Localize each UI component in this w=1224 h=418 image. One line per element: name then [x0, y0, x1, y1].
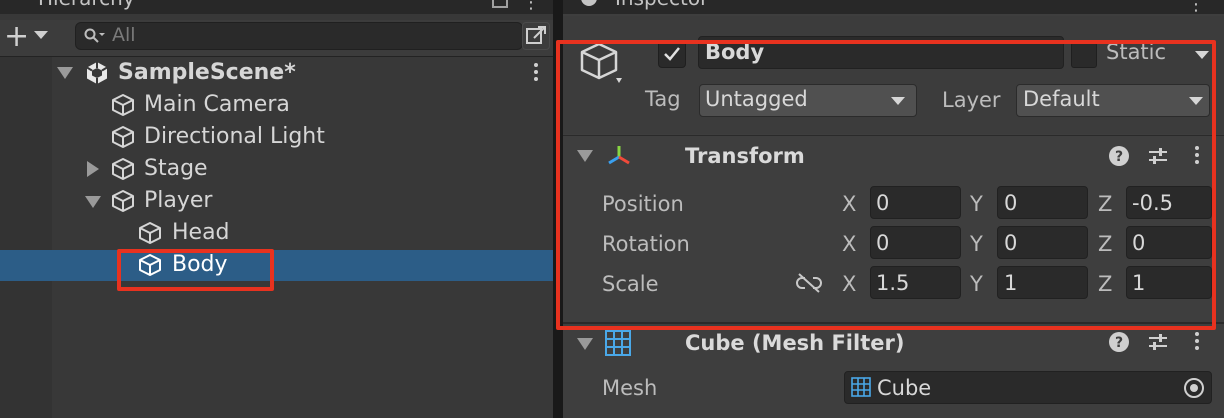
- mesh-grid-icon: [851, 377, 871, 397]
- more-options-icon[interactable]: ⋮: [1187, 0, 1205, 15]
- object-picker-icon[interactable]: [1183, 377, 1205, 399]
- body-highlight-box: [117, 249, 274, 291]
- hierarchy-gutter: [0, 57, 52, 418]
- gameobject-cube-icon: [112, 94, 134, 116]
- stage-foldout-icon[interactable]: [87, 161, 99, 177]
- help-icon[interactable]: ?: [1108, 331, 1130, 353]
- scene-name[interactable]: SampleScene*: [118, 60, 296, 85]
- search-placeholder: All: [112, 24, 136, 46]
- scene-foldout-icon[interactable]: [57, 67, 73, 79]
- gameobject-cube-icon: [139, 222, 161, 244]
- hierarchy-tab-title[interactable]: Hierarchy: [38, 0, 135, 10]
- unity-scene-icon: [86, 62, 108, 84]
- search-icon: [84, 28, 105, 43]
- inspector-tab-title[interactable]: Inspector: [615, 0, 708, 10]
- more-options-icon[interactable]: ⋮: [522, 0, 540, 12]
- gameobject-cube-icon: [112, 158, 134, 180]
- panel-menu-icon[interactable]: [492, 0, 508, 8]
- hierarchy-item-label: Player: [144, 188, 213, 213]
- hierarchy-search-input[interactable]: [75, 22, 523, 50]
- player-foldout-icon[interactable]: [85, 196, 101, 208]
- mesh-grid-icon: [605, 330, 631, 356]
- external-link-icon: [526, 26, 546, 44]
- mesh-label: Mesh: [602, 376, 658, 400]
- mesh-value: Cube: [877, 376, 932, 400]
- selected-row-highlight: [0, 250, 553, 281]
- hierarchy-panel: Hierarchy ⋮ + All SampleScene* Main Came…: [0, 0, 556, 418]
- create-dropdown-icon[interactable]: [34, 31, 48, 39]
- svg-text:?: ?: [1115, 335, 1123, 351]
- scene-visibility-button[interactable]: [522, 22, 550, 50]
- hierarchy-item-label: Head: [172, 220, 230, 245]
- hierarchy-item-label: Main Camera: [144, 92, 290, 117]
- mesh-filter-menu-icon[interactable]: [1195, 332, 1199, 353]
- mesh-filter-title: Cube (Mesh Filter): [685, 331, 905, 355]
- gameobject-cube-icon: [112, 190, 134, 212]
- gameobject-cube-icon: [112, 126, 134, 148]
- hierarchy-item-label: Directional Light: [144, 124, 325, 149]
- mesh-filter-foldout-icon[interactable]: [577, 338, 593, 350]
- scene-menu-icon[interactable]: [534, 63, 538, 84]
- create-plus-icon[interactable]: +: [4, 20, 29, 54]
- inspector-highlight-box: [556, 40, 1216, 330]
- preset-sliders-icon[interactable]: [1147, 331, 1169, 353]
- hierarchy-item-label: Stage: [144, 156, 208, 181]
